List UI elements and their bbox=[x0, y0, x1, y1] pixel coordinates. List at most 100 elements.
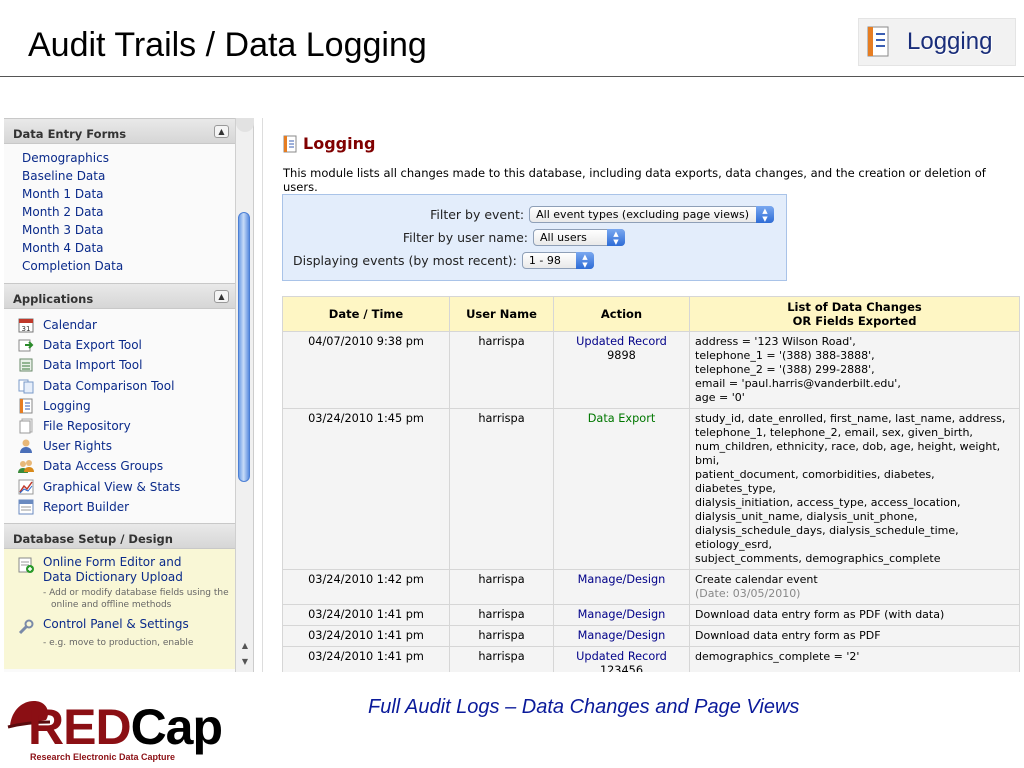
form-editor-link-line1[interactable]: Online Form Editor and bbox=[43, 555, 183, 570]
chart-icon bbox=[18, 479, 34, 495]
control-panel-link[interactable]: Control Panel & Settings bbox=[43, 617, 189, 632]
filter-event-value: All event types (excluding page views) bbox=[536, 208, 749, 221]
select-stepper-icon: ▲ ▼ bbox=[756, 206, 774, 223]
app-calendar[interactable]: 31 Calendar bbox=[18, 315, 235, 335]
app-user-rights[interactable]: User Rights bbox=[18, 436, 235, 456]
row-change-line: telephone_1, telephone_2, email, sex, gi… bbox=[695, 426, 973, 439]
app-graphical-view[interactable]: Graphical View & Stats bbox=[18, 477, 235, 497]
wordmark-red-part: RED bbox=[28, 699, 132, 755]
row-change-line: subject_comments, demographics_complete bbox=[695, 552, 941, 565]
table-row: 03/24/2010 1:42 pm harrispa Manage/Design C… bbox=[282, 569, 1020, 605]
filter-range-row: Displaying events (by most recent): 1 - … bbox=[293, 252, 594, 269]
apps-list: 31 Calendar Data Export Tool Data Import… bbox=[4, 309, 235, 523]
row-change-line: study_id, date_enrolled, first_name, las… bbox=[695, 412, 1006, 425]
row-date: 03/24/2010 1:41 pm bbox=[282, 646, 450, 672]
row-change-line: demographics_complete = '2' bbox=[695, 650, 860, 663]
row-changes: demographics_complete = '2' bbox=[689, 646, 1020, 672]
form-editor-icon bbox=[18, 557, 34, 573]
scrollbar-thumb[interactable] bbox=[238, 212, 250, 482]
filter-user-value: All users bbox=[540, 231, 587, 244]
collapse-forms-button[interactable]: ▲ bbox=[214, 125, 229, 138]
filter-user-row: Filter by user name: All users ▲ ▼ bbox=[283, 229, 625, 246]
form-link-completion[interactable]: Completion Data bbox=[22, 257, 235, 275]
row-date: 03/24/2010 1:41 pm bbox=[282, 625, 450, 647]
row-action-label: Manage/Design bbox=[577, 629, 666, 642]
filter-range-select[interactable]: 1 - 98 ▲ ▼ bbox=[521, 252, 594, 269]
row-change-line: patient_document, comorbidities, diabete… bbox=[695, 468, 935, 495]
scroll-down-arrow[interactable]: ▼ bbox=[239, 656, 251, 668]
row-action-label: Data Export bbox=[587, 412, 656, 425]
group-icon bbox=[18, 460, 34, 474]
import-icon bbox=[19, 358, 33, 372]
scrollbar-top-cap bbox=[236, 118, 254, 132]
row-change-line: Download data entry form as PDF (with da… bbox=[695, 608, 945, 621]
form-editor-desc-line2: online and offline methods bbox=[51, 599, 172, 610]
page-description: This module lists all changes made to th… bbox=[283, 166, 986, 194]
table-row: 03/24/2010 1:41 pm harrispa Manage/Design D… bbox=[282, 625, 1020, 647]
form-link-baseline[interactable]: Baseline Data bbox=[22, 167, 235, 185]
app-label: Graphical View & Stats bbox=[43, 479, 181, 494]
form-editor-link-line2[interactable]: Data Dictionary Upload bbox=[43, 570, 183, 585]
row-change-line: Download data entry form as PDF bbox=[695, 629, 881, 642]
col-header-changes-line2: OR Fields Exported bbox=[792, 314, 917, 328]
row-changes: Download data entry form as PDF (with da… bbox=[689, 604, 1020, 626]
col-header-action: Action bbox=[553, 296, 690, 332]
row-change-line: email = 'paul.harris@vanderbilt.edu', bbox=[695, 377, 901, 390]
form-editor-desc-line1: - Add or modify database fields using th… bbox=[43, 587, 229, 598]
form-link-month4[interactable]: Month 4 Data bbox=[22, 239, 235, 257]
logging-logo-label: Logging bbox=[907, 28, 993, 55]
form-link-month1[interactable]: Month 1 Data bbox=[22, 185, 235, 203]
row-user: harrispa bbox=[449, 408, 554, 570]
forms-section-header: Data Entry Forms ▲ bbox=[4, 118, 235, 144]
row-change-line: num_children, ethnicity, race, dob, age,… bbox=[695, 440, 1001, 467]
app-report-builder[interactable]: Report Builder bbox=[18, 497, 235, 517]
row-action-label: Updated Record bbox=[576, 335, 667, 348]
wrench-icon bbox=[18, 619, 34, 634]
col-header-date: Date / Time bbox=[282, 296, 450, 332]
collapse-apps-button[interactable]: ▲ bbox=[214, 290, 229, 303]
db-item-control-panel[interactable]: Control Panel & Settings bbox=[18, 617, 235, 635]
app-label: File Repository bbox=[43, 419, 131, 434]
row-date: 03/24/2010 1:45 pm bbox=[282, 408, 450, 570]
table-row: 03/24/2010 1:41 pm harrispa Manage/Design D… bbox=[282, 604, 1020, 626]
table-body: 04/07/2010 9:38 pm harrispa Updated Record… bbox=[282, 331, 1020, 672]
app-label: Data Import Tool bbox=[43, 358, 143, 373]
filter-user-select[interactable]: All users ▲ ▼ bbox=[533, 229, 625, 246]
filter-event-select[interactable]: All event types (excluding page views) ▲… bbox=[529, 206, 774, 223]
row-action-label: Manage/Design bbox=[577, 573, 666, 586]
row-date: 03/24/2010 1:41 pm bbox=[282, 604, 450, 626]
db-item-form-editor[interactable]: Online Form Editor and Data Dictionary U… bbox=[18, 555, 235, 585]
app-label: Data Comparison Tool bbox=[43, 378, 175, 393]
apps-section-title: Applications bbox=[13, 292, 94, 306]
app-file-repository[interactable]: File Repository bbox=[18, 416, 235, 436]
row-action: Updated Record 123456 bbox=[553, 646, 690, 672]
page-title-text: Logging bbox=[303, 134, 376, 153]
db-section-header: Database Setup / Design bbox=[4, 522, 235, 549]
scroll-up-arrow[interactable]: ▲ bbox=[239, 640, 251, 652]
form-link-demographics[interactable]: Demographics bbox=[22, 149, 235, 167]
form-link-month3[interactable]: Month 3 Data bbox=[22, 221, 235, 239]
report-icon bbox=[18, 499, 34, 515]
col-header-user: User Name bbox=[449, 296, 554, 332]
redcap-tagline: Research Electronic Data Capture bbox=[30, 752, 176, 762]
app-data-comparison[interactable]: Data Comparison Tool bbox=[18, 376, 235, 396]
app-data-import[interactable]: Data Import Tool bbox=[18, 355, 235, 375]
app-data-export[interactable]: Data Export Tool bbox=[18, 335, 235, 355]
row-change-line: telephone_1 = '(388) 388-3888', bbox=[695, 349, 875, 362]
app-logging[interactable]: Logging bbox=[18, 396, 235, 416]
row-changes: study_id, date_enrolled, first_name, las… bbox=[689, 408, 1020, 570]
row-change-line: Create calendar event bbox=[695, 573, 818, 586]
row-user: harrispa bbox=[449, 646, 554, 672]
row-change-line: age = '0' bbox=[695, 391, 745, 404]
row-action-label: Manage/Design bbox=[577, 608, 666, 621]
compare-icon bbox=[18, 379, 34, 394]
table-row: 04/07/2010 9:38 pm harrispa Updated Record… bbox=[282, 331, 1020, 409]
col-header-changes: List of Data Changes OR Fields Exported bbox=[689, 296, 1020, 332]
sidebar-scrollbar[interactable]: ▲ ▼ bbox=[236, 118, 254, 672]
row-changes: Download data entry form as PDF bbox=[689, 625, 1020, 647]
app-data-access-groups[interactable]: Data Access Groups bbox=[18, 456, 235, 476]
db-setup-panel: Online Form Editor and Data Dictionary U… bbox=[4, 548, 235, 669]
svg-text:31: 31 bbox=[22, 325, 31, 333]
logging-icon bbox=[19, 398, 33, 414]
form-link-month2[interactable]: Month 2 Data bbox=[22, 203, 235, 221]
